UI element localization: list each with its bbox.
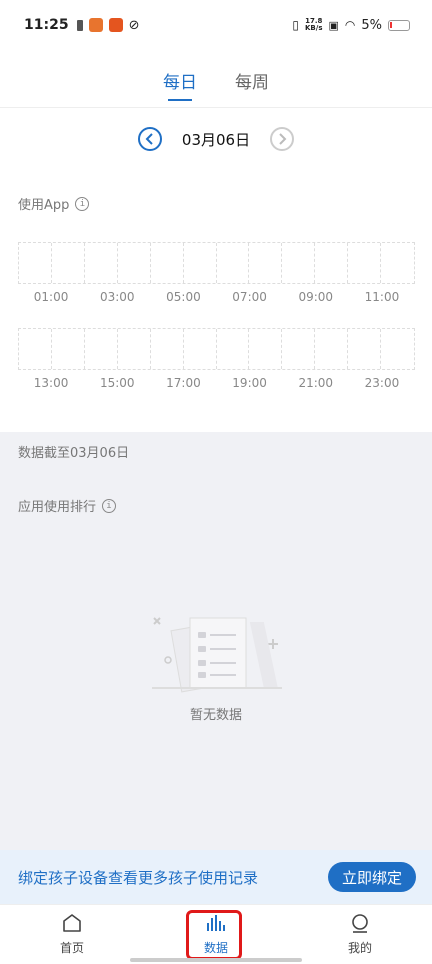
hour-labels-pm: 13:00 15:00 17:00 19:00 21:00 23:00 — [33, 376, 400, 390]
previous-day-button[interactable] — [137, 127, 162, 151]
net-speed: 17.8 KB/s — [305, 17, 323, 32]
usage-grid-am — [18, 242, 415, 284]
nav-item-data[interactable]: 数据 — [144, 905, 288, 964]
status-bar: 11:25 ⊘ ▯ 17.8 KB/s ▣ ◠ 5% — [0, 0, 432, 50]
profile-icon — [352, 914, 368, 933]
tab-daily[interactable]: 每日 — [162, 60, 198, 107]
battery-icon — [388, 19, 410, 31]
wifi-icon: ◠ — [344, 18, 356, 32]
current-date: 03月06日 — [181, 130, 251, 149]
app-notification-icon — [88, 18, 103, 32]
empty-data-text: 暂无数据 — [189, 708, 242, 723]
sync-icon: ⊘ — [128, 17, 140, 33]
info-icon[interactable]: i — [102, 498, 117, 513]
hour-labels-am: 01:00 03:00 05:00 07:00 09:00 11:00 — [33, 290, 400, 304]
status-time: 11:25 — [24, 17, 69, 33]
usage-app-title: 使用App i — [18, 194, 90, 213]
data-cutoff-note: 数据截至03月06日 — [18, 446, 130, 461]
sim-icon — [76, 19, 83, 31]
nav-item-home[interactable]: 首页 — [0, 905, 144, 964]
nfc-icon: ▣ — [328, 18, 339, 32]
bind-device-banner: 绑定孩子设备查看更多孩子使用记录 立即绑定 — [0, 850, 432, 904]
period-tabs: 每日 每周 — [0, 60, 432, 108]
nav-item-mine[interactable]: 我的 — [288, 905, 432, 964]
home-indicator[interactable] — [130, 958, 302, 962]
system-icons: ▯ 17.8 KB/s ▣ ◠ 5% — [292, 18, 410, 33]
vibrate-icon: ▯ — [292, 18, 299, 32]
notification-icons: ⊘ — [76, 17, 140, 33]
chevron-right-icon — [279, 133, 287, 145]
info-icon[interactable]: i — [75, 196, 90, 211]
chevron-left-icon — [145, 133, 153, 145]
tab-weekly[interactable]: 每周 — [234, 60, 270, 107]
next-day-button[interactable] — [270, 127, 295, 151]
battery-percent: 5% — [361, 17, 382, 33]
bind-now-button[interactable]: 立即绑定 — [328, 862, 416, 892]
bar-chart-icon — [207, 915, 225, 931]
date-navigator: 03月06日 — [0, 124, 432, 154]
usage-grid-pm — [18, 328, 415, 370]
bind-banner-text: 绑定孩子设备查看更多孩子使用记录 — [18, 868, 259, 887]
app-notification-icon-2 — [108, 18, 123, 32]
ranking-title: 应用使用排行 i — [18, 496, 117, 515]
bottom-nav: 首页 数据 我的 — [0, 904, 432, 964]
empty-data-illustration — [152, 617, 282, 693]
home-icon — [63, 914, 81, 932]
